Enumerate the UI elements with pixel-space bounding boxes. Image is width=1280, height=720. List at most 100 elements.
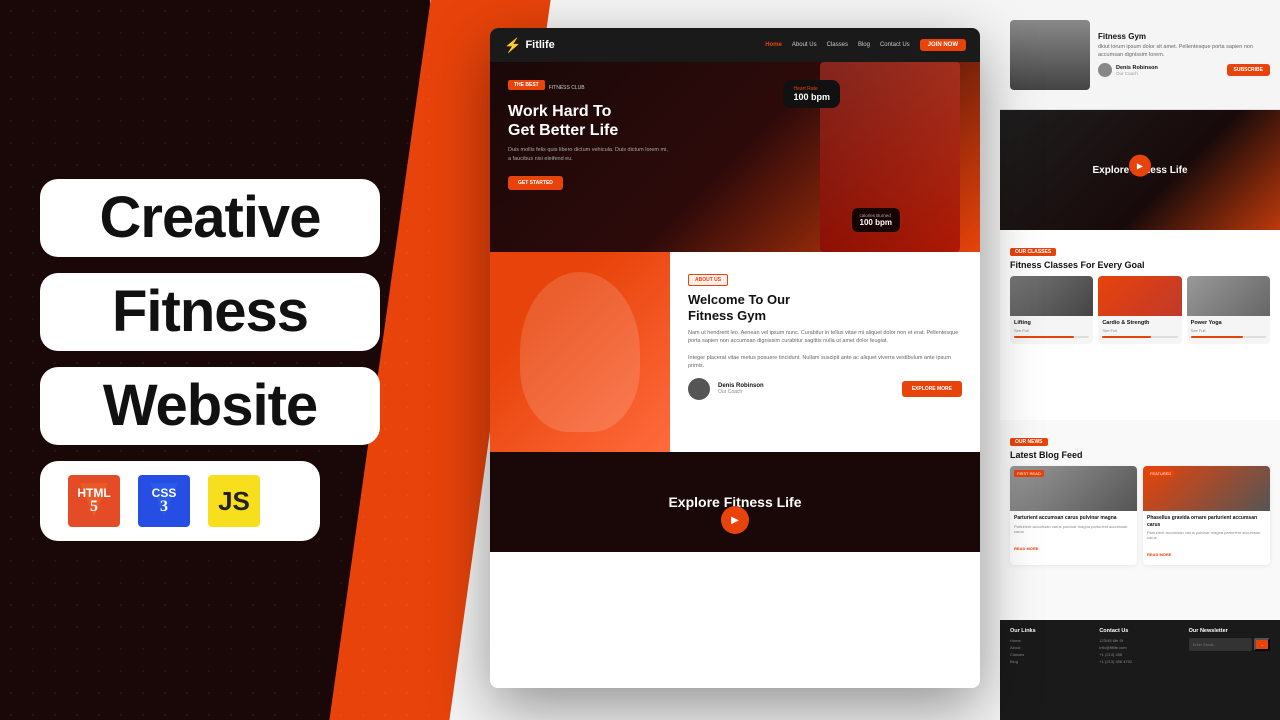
class-progress-bar-1 [1014, 336, 1089, 338]
mockup-explore-section: Explore Fitness Life ▶ [490, 452, 980, 552]
class-info-3: Power Yoga See Full [1187, 316, 1270, 344]
about-desc1: Nam ut hendrerit leo. Aenean vel ipsum n… [688, 329, 962, 346]
panel-channel-info: Fitness Gym dkiut lorum ipsum dolor sit … [1000, 0, 1280, 110]
css3-icon: 3 CSS [138, 475, 190, 527]
channel-title: Fitness Gym [1098, 32, 1270, 41]
class-desc-3: See Full [1191, 328, 1266, 333]
footer-col-links: Our Links Home About Classes Blog [1010, 628, 1091, 712]
blog-card-1: FIRST READ Parturient accumsan carus pul… [1010, 466, 1137, 565]
class-desc-1: See Full [1014, 328, 1089, 333]
footer-links-title: Our Links [1010, 628, 1091, 634]
blog-card-title-2: Phasellus gravida ornare parturient accu… [1147, 515, 1266, 528]
footer-link-2: About [1010, 645, 1091, 650]
blog-card-2: FEATURED Phasellus gravida ornare partur… [1143, 466, 1270, 565]
class-progress-fill-1 [1014, 336, 1074, 338]
nav-about: About Us [792, 42, 817, 48]
channel-thumb-img [1010, 20, 1090, 90]
channel-avatar-row: Denis Robinson Our Coach SUBSCRIBE [1098, 63, 1270, 77]
about-content: ABOUT US Welcome To Our Fitness Gym Nam … [670, 252, 980, 452]
blog-img-2: FEATURED [1143, 466, 1270, 511]
hero-tag2: FITNESS CLUB [549, 85, 585, 91]
nav-blog: Blog [858, 42, 870, 48]
panel-explore: ▶ Explore Fitness Life [1000, 110, 1280, 230]
heart-value: 100 bpm [793, 92, 830, 102]
badge-website-text: Website [103, 377, 317, 435]
panel-play-btn[interactable]: ▶ [1129, 155, 1151, 177]
class-info-2: Cardio & Strength See Full [1098, 316, 1181, 344]
js-icon: JS [208, 475, 260, 527]
coach-info: Denis Robinson Our Coach [718, 383, 764, 395]
badge-creative-text: Creative [100, 189, 321, 247]
class-img-1 [1010, 276, 1093, 316]
nav-contact: Contact Us [880, 42, 910, 48]
class-desc-2: See Full [1102, 328, 1177, 333]
mockup-about: ABOUT US Welcome To Our Fitness Gym Nam … [490, 252, 980, 452]
nav-logo: ⚡ Fitlife [504, 37, 555, 54]
left-panel: Creative Fitness Website 5 HTML 3 CSS JS [0, 0, 470, 720]
footer-contact-3: +1 (213) 456 [1099, 652, 1180, 657]
right-panels: Fitness Gym dkiut lorum ipsum dolor sit … [1000, 0, 1280, 720]
channel-thumbnail [1010, 20, 1090, 90]
about-title-line2: Fitness Gym [688, 308, 962, 324]
subscribe-btn[interactable]: SUBSCRIBE [1227, 64, 1270, 76]
svg-text:CSS: CSS [152, 486, 177, 500]
blog-content-1: Parturient accumsan carus pulvinar magna… [1010, 511, 1137, 559]
logo-text: Fitlife [525, 39, 554, 51]
nav-links: Home About Us Classes Blog Contact Us JO… [569, 39, 966, 51]
svg-text:5: 5 [90, 498, 98, 515]
heart-rate-card: Heart Rate 100 bpm [783, 80, 840, 108]
panel-classes: OUR CLASSES Fitness Classes For Every Go… [1000, 230, 1280, 420]
read-more-1[interactable]: READ MORE [1014, 546, 1038, 551]
coach-avatar [688, 378, 710, 400]
about-title: Welcome To Our Fitness Gym [688, 292, 962, 323]
about-image [490, 252, 670, 452]
class-progress-fill-3 [1191, 336, 1244, 338]
class-card-1: Lifting See Full [1010, 276, 1093, 344]
footer-contact-2: info@fitlife.com [1099, 645, 1180, 650]
hero-tag1: THE BEST [508, 80, 545, 90]
class-progress-bar-3 [1191, 336, 1266, 338]
footer-link-4: Blog [1010, 659, 1091, 664]
channel-desc: dkiut lorum ipsum dolor sit amet. Pellen… [1098, 44, 1270, 59]
about-desc2: Integer placerat vitae metus posuere tin… [688, 354, 962, 371]
channel-text: Fitness Gym dkiut lorum ipsum dolor sit … [1098, 32, 1270, 77]
blog-tag-overlay-2: FEATURED [1147, 470, 1174, 477]
footer-newsletter-title: Our Newsletter [1189, 628, 1270, 634]
blog-card-desc-1: Parturient accumsan carus pulvinar magna… [1014, 524, 1133, 534]
explore-play-btn[interactable]: ▶ [721, 506, 749, 534]
nav-home: Home [765, 42, 782, 48]
nav-classes: Classes [827, 42, 848, 48]
footer-contact-title: Contact Us [1099, 628, 1180, 634]
class-card-3: Power Yoga See Full [1187, 276, 1270, 344]
newsletter-input[interactable] [1189, 638, 1252, 651]
svg-text:3: 3 [160, 498, 168, 515]
class-progress-fill-2 [1102, 336, 1151, 338]
blog-card-desc-2: Parturient accumsan carus pulvinar magna… [1147, 530, 1266, 540]
read-more-2[interactable]: READ MORE [1147, 552, 1171, 557]
tech-badges: 5 HTML 3 CSS JS [40, 461, 320, 541]
blog-tag: OUR NEWS [1010, 438, 1048, 446]
coach-role: Our Coach [718, 389, 764, 395]
class-progress-bar-2 [1102, 336, 1177, 338]
badge-creative: Creative [40, 179, 380, 257]
main-mockup: ⚡ Fitlife Home About Us Classes Blog Con… [490, 28, 980, 688]
hero-cta[interactable]: GET STARTED [508, 176, 563, 190]
coach-row: Denis Robinson Our Coach EXPLORE MORE [688, 378, 962, 400]
explore-more-btn[interactable]: EXPLORE MORE [902, 381, 962, 397]
badge-website: Website [40, 367, 380, 445]
footer-col-newsletter: Our Newsletter → [1189, 628, 1270, 712]
footer-col-contact: Contact Us 123/45 6th St info@fitlife.co… [1099, 628, 1180, 712]
blog-title: Latest Blog Feed [1010, 450, 1270, 460]
footer-link-3: Classes [1010, 652, 1091, 657]
nav-join-btn[interactable]: JOIN NOW [920, 39, 966, 51]
newsletter-submit-btn[interactable]: → [1254, 638, 1270, 651]
blog-content-2: Phasellus gravida ornare parturient accu… [1143, 511, 1270, 565]
class-name-1: Lifting [1014, 320, 1089, 326]
hero-desc: Duis mollis felis quis libero dictum veh… [508, 146, 668, 163]
bpm-value: 100 bpm [860, 218, 892, 227]
blog-card-title-1: Parturient accumsan carus pulvinar magna [1014, 515, 1133, 522]
newsletter-form: → [1189, 638, 1270, 651]
class-img-3 [1187, 276, 1270, 316]
logo-icon: ⚡ [504, 37, 521, 54]
footer-contact-4: +1 (213) 456 4792 [1099, 659, 1180, 664]
